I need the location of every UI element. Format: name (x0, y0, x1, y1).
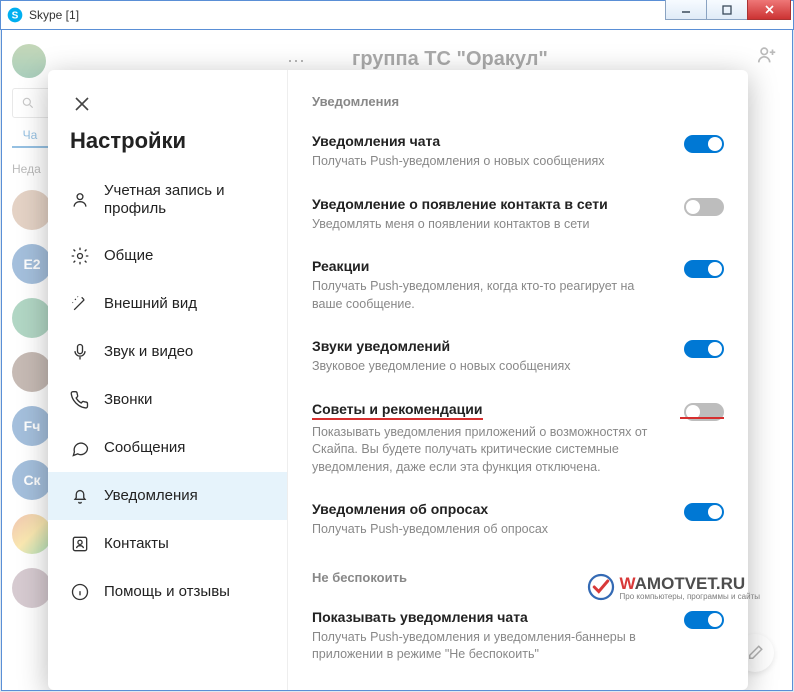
bell-icon (70, 486, 90, 506)
toggle-reactions[interactable] (684, 260, 724, 278)
highlight-mark (680, 417, 724, 419)
nav-audio-video[interactable]: Звук и видео (48, 328, 287, 376)
setting-polls: Уведомления об опросах Получать Push-уве… (312, 491, 724, 554)
setting-dnd-chat: Показывать уведомления чата Получать Pus… (312, 599, 724, 679)
gear-icon (70, 246, 90, 266)
setting-sounds: Звуки уведомлений Звуковое уведомление о… (312, 328, 724, 391)
setting-contact-online: Уведомление о появление контакта в сети … (312, 186, 724, 249)
maximize-button[interactable] (706, 0, 748, 20)
setting-reactions: Реакции Получать Push-уведомления, когда… (312, 248, 724, 328)
toggle-dnd-chat[interactable] (684, 611, 724, 629)
nav-account[interactable]: Учетная запись и профиль (48, 168, 287, 232)
phone-icon (70, 390, 90, 410)
toggle-sounds[interactable] (684, 340, 724, 358)
nav-notifications[interactable]: Уведомления (48, 472, 287, 520)
microphone-icon (70, 342, 90, 362)
close-window-button[interactable] (747, 0, 791, 20)
section-notifications: Уведомления (312, 94, 724, 109)
account-icon (70, 190, 90, 210)
window-title: Skype [1] (29, 8, 79, 22)
nav-appearance[interactable]: Внешний вид (48, 280, 287, 328)
nav-messages[interactable]: Сообщения (48, 424, 287, 472)
watermark-icon (586, 572, 616, 602)
toggle-polls[interactable] (684, 503, 724, 521)
wand-icon (70, 294, 90, 314)
nav-general[interactable]: Общие (48, 232, 287, 280)
info-icon (70, 582, 90, 602)
chat-icon (70, 438, 90, 458)
settings-nav: Настройки Учетная запись и профиль Общие… (48, 70, 288, 690)
window-controls (666, 0, 791, 20)
svg-text:S: S (12, 10, 19, 21)
setting-chat-notifications: Уведомления чата Получать Push-уведомлен… (312, 123, 724, 186)
window-titlebar: S Skype [1] (0, 0, 794, 30)
nav-contacts[interactable]: Контакты (48, 520, 287, 568)
toggle-chat-notifications[interactable] (684, 135, 724, 153)
skype-logo-icon: S (7, 7, 23, 23)
nav-help[interactable]: Помощь и отзывы (48, 568, 287, 616)
watermark: WAMOTVET.RU Про компьютеры, программы и … (586, 572, 760, 602)
toggle-contact-online[interactable] (684, 198, 724, 216)
minimize-button[interactable] (665, 0, 707, 20)
close-settings-button[interactable] (66, 88, 98, 120)
nav-calls[interactable]: Звонки (48, 376, 287, 424)
setting-dnd-calls: Показывать уведомления о звонках Получат… (312, 679, 724, 691)
settings-title: Настройки (48, 128, 287, 168)
contacts-icon (70, 534, 90, 554)
app-frame: ⋯ Ча Неда E2 Fч Ск Крылова Ева15.08.2019… (1, 30, 793, 691)
setting-tips: Советы и рекомендации Показывать уведомл… (312, 391, 724, 492)
